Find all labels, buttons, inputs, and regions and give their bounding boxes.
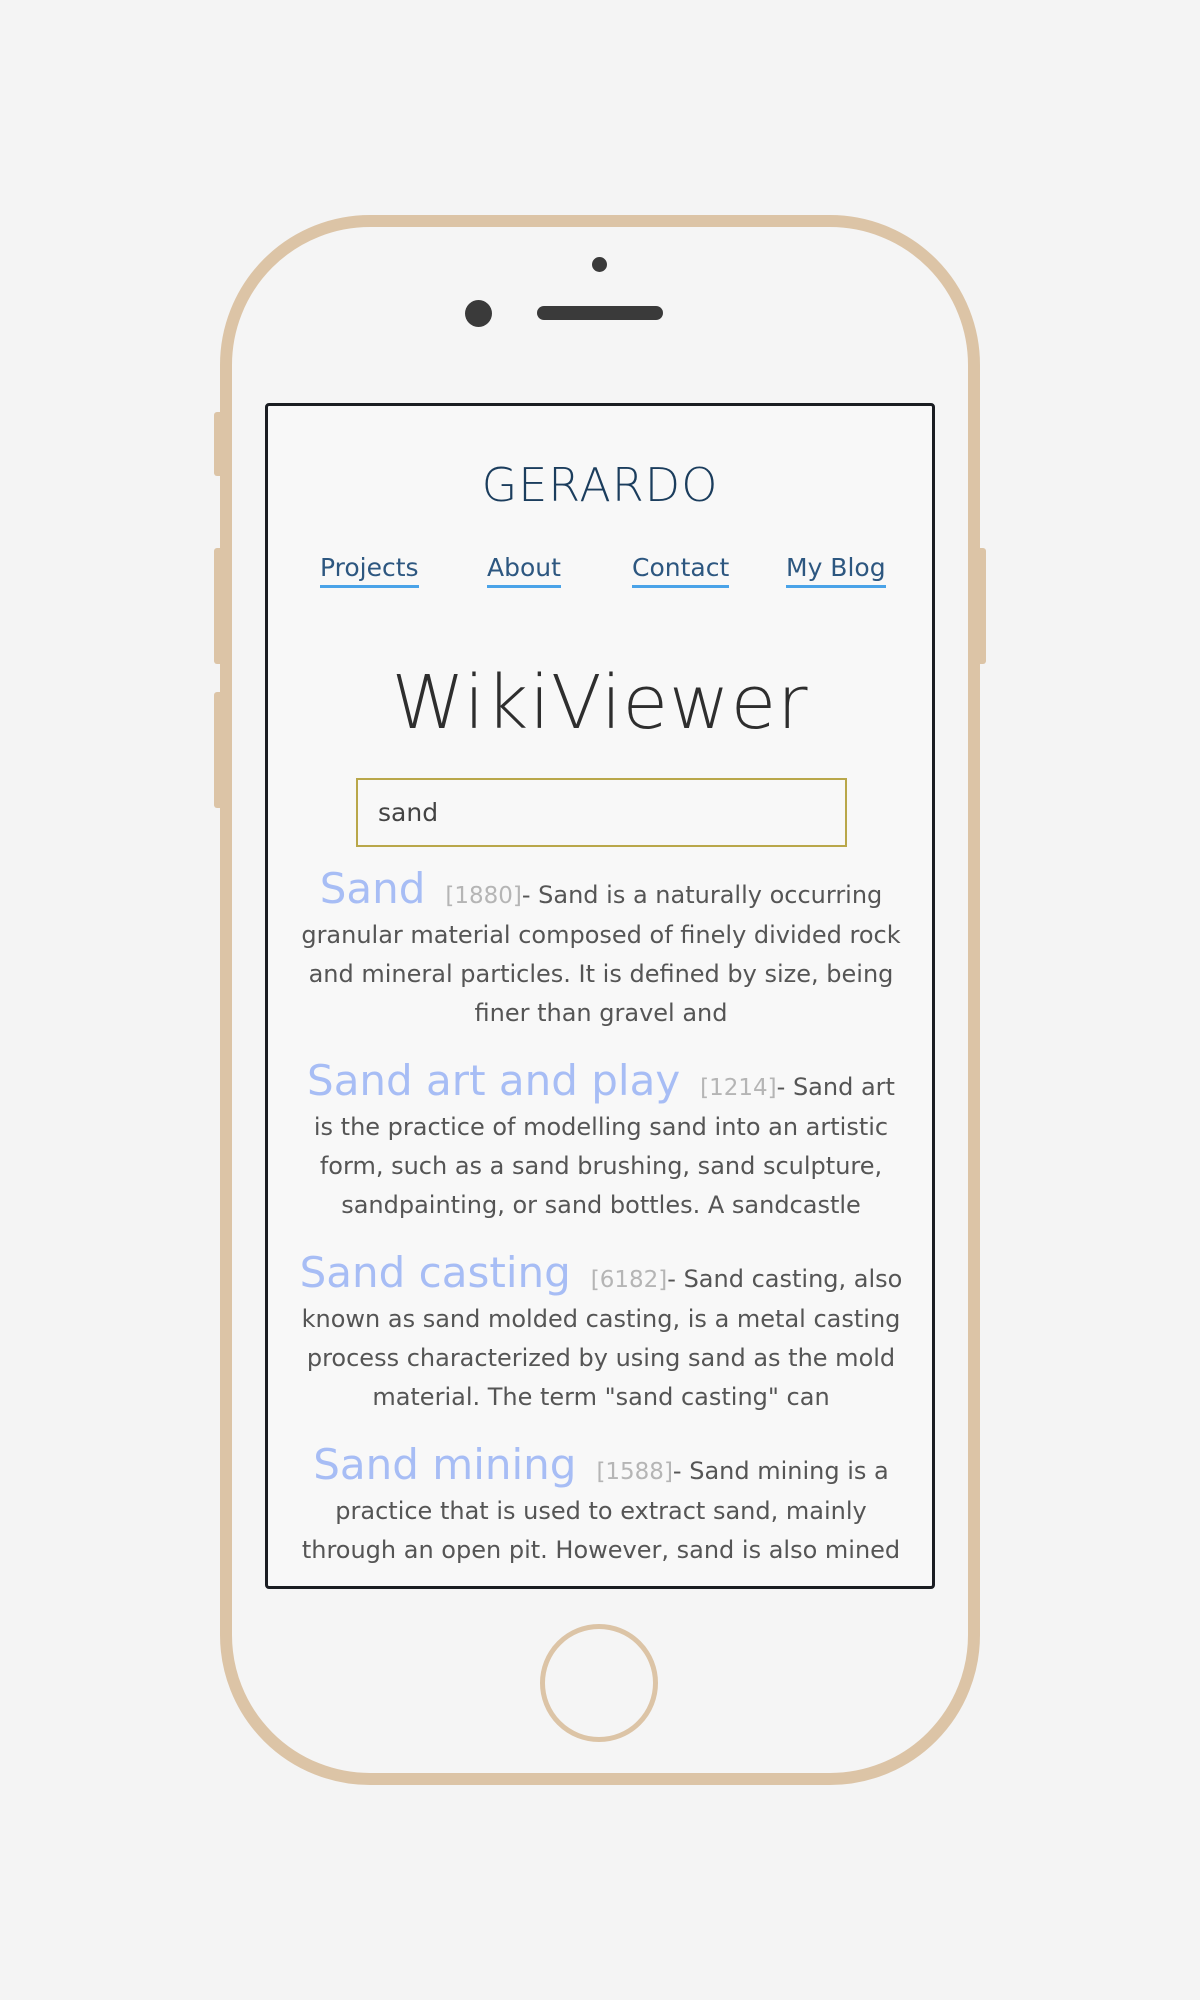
result-count: [1588] xyxy=(596,1459,673,1485)
nav-link-my-blog[interactable]: My Blog xyxy=(786,552,886,588)
result-item: Sand mining [1588]- Sand mining is a prac… xyxy=(298,1444,904,1570)
nav-link-contact[interactable]: Contact xyxy=(632,552,730,588)
home-button[interactable] xyxy=(540,1624,658,1742)
result-item: Sand [1880]- Sand is a naturally occurrin… xyxy=(298,868,904,1033)
result-count: [1214] xyxy=(700,1075,777,1101)
main-nav: Projects About Contact My Blog xyxy=(268,552,932,592)
result-count: [6182] xyxy=(590,1267,668,1293)
nav-link-about[interactable]: About xyxy=(487,552,561,588)
nav-link-projects[interactable]: Projects xyxy=(320,552,419,588)
earpiece-speaker xyxy=(537,306,663,320)
result-title-link[interactable]: Sand xyxy=(320,864,426,913)
site-title: GERARDO xyxy=(481,458,719,512)
proximity-sensor xyxy=(592,257,607,272)
results-list: Sand [1880]- Sand is a naturally occurrin… xyxy=(298,868,904,1586)
result-item: Sand art and play [1214]- Sand art is the… xyxy=(298,1060,904,1225)
result-item: Sand casting [6182]- Sand casting, also k… xyxy=(298,1252,904,1417)
search-input[interactable] xyxy=(356,778,847,847)
result-title-link[interactable]: Sand art and play xyxy=(307,1056,680,1105)
result-title-link[interactable]: Sand mining xyxy=(313,1440,576,1489)
front-camera xyxy=(465,300,492,327)
phone-screen: GERARDO Projects About Contact My Blog W… xyxy=(265,403,935,1589)
app-title: WikiViewer xyxy=(391,660,809,746)
result-title-link[interactable]: Sand casting xyxy=(300,1248,571,1297)
result-count: [1880] xyxy=(445,883,522,909)
